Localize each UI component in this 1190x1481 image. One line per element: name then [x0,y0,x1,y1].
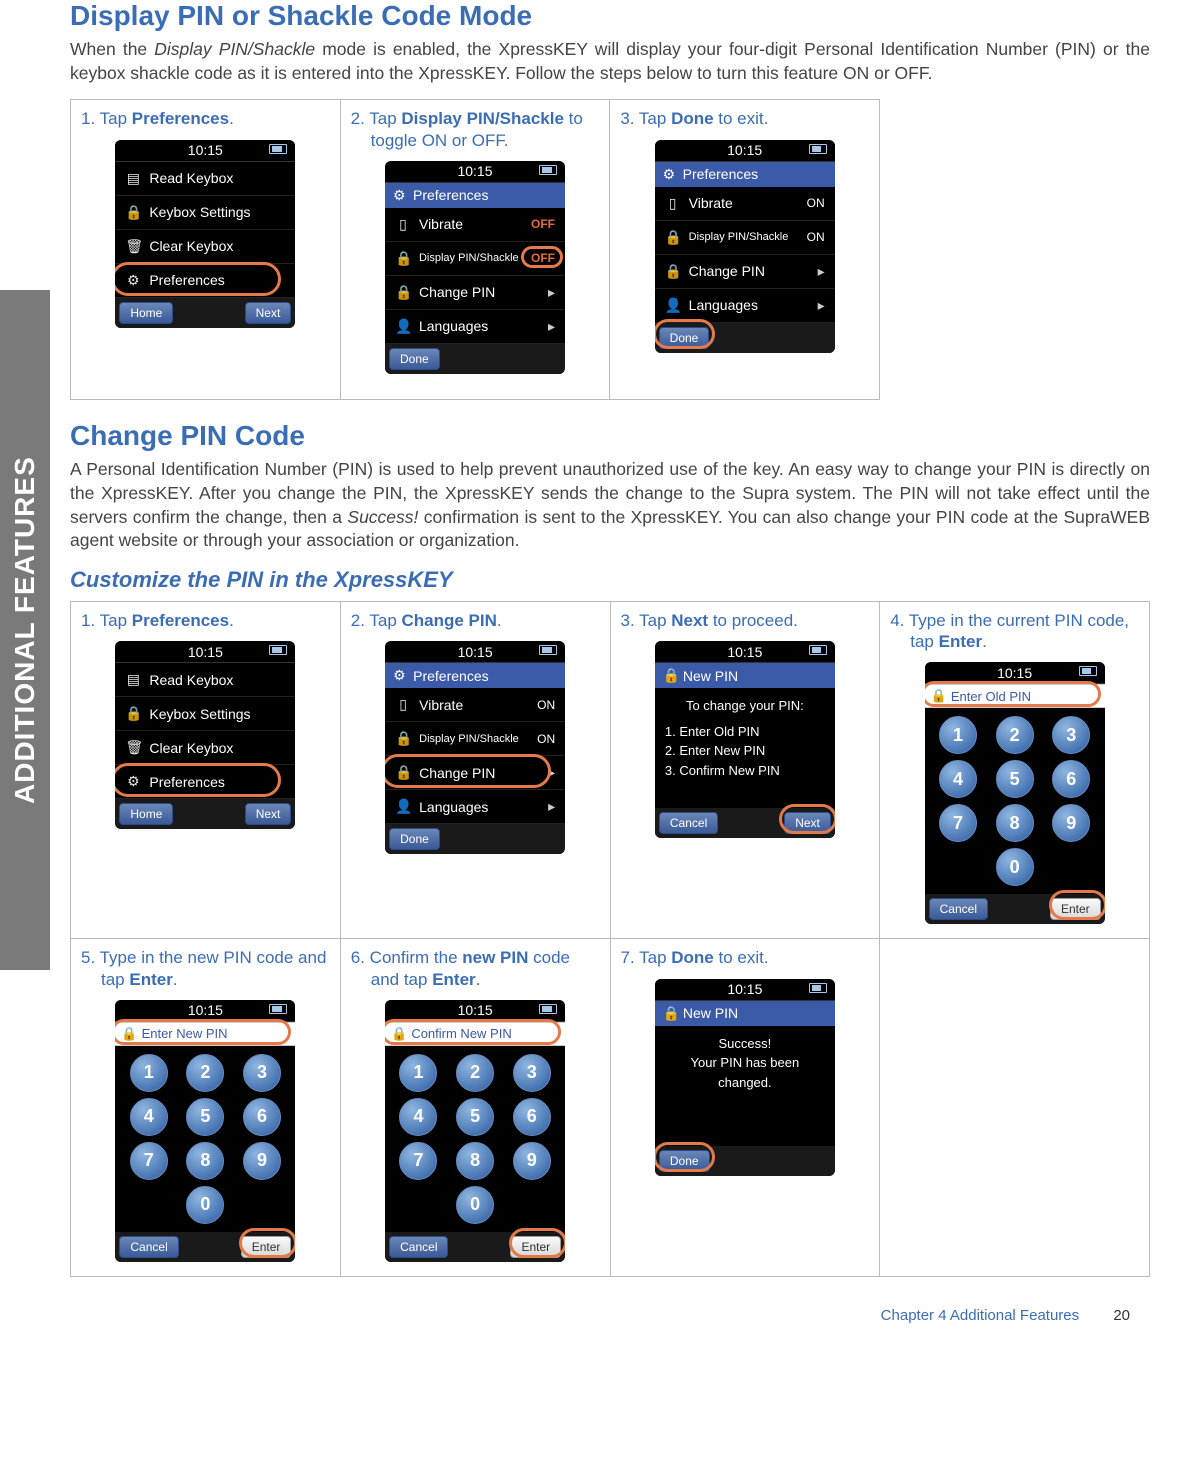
footer-page: 20 [1113,1307,1130,1324]
list-icon: ▤ [125,170,141,187]
phone-main-menu: 10:15 ▤Read Keybox 🔒Keybox Settings 🗑Cle… [115,641,295,829]
key-3[interactable]: 3 [1052,716,1090,754]
key-2[interactable]: 2 [996,716,1034,754]
battery-icon [809,983,827,993]
key-9[interactable]: 9 [1052,804,1090,842]
battery-icon [269,144,287,154]
chevron-right-icon: ▸ [548,284,555,301]
next-button[interactable]: Next [784,812,831,834]
lock-icon: 🔒 [395,250,411,267]
section1-title: Display PIN or Shackle Code Mode [70,0,1150,32]
person-icon: 👤 [395,318,411,335]
cancel-button[interactable]: Cancel [659,812,718,834]
gear-icon: ⚙ [663,166,677,183]
phone-prefs: 10:15 ⚙Preferences ▯VibrateON 🔒Display P… [385,641,565,854]
chevron-right-icon: ▸ [548,318,555,335]
s2-step6: 6. Confirm the new PIN code and tap Ente… [340,939,610,1277]
s2-step4: 4. Type in the current PIN code, tap Ent… [880,601,1150,939]
caption: 2. Tap Display PIN/Shackle to toggle ON … [351,108,600,151]
battery-icon [539,1004,557,1014]
s1-step2: 2. Tap Display PIN/Shackle to toggle ON … [340,100,610,400]
phone-enter-new-pin: 10:15 🔒Enter New PIN 123 456 789 0 Cance… [115,1000,295,1262]
gear-icon: ⚙ [393,187,407,204]
battery-icon [539,165,557,175]
key-4[interactable]: 4 [939,760,977,798]
s2-step2: 2. Tap Change PIN. 10:15 ⚙Preferences ▯V… [340,601,610,939]
key-7[interactable]: 7 [939,804,977,842]
s2-step1: 1. Tap Preferences. 10:15 ▤Read Keybox 🔒… [71,601,341,939]
next-button[interactable]: Next [245,803,292,825]
lock-icon: 🔒 [121,1026,137,1042]
cancel-button[interactable]: Cancel [119,1236,178,1258]
section2-body: A Personal Identification Number (PIN) i… [70,458,1150,553]
battery-icon [269,645,287,655]
key-5[interactable]: 5 [996,760,1034,798]
enter-button[interactable]: Enter [241,1236,292,1258]
key-6[interactable]: 6 [1052,760,1090,798]
footer-chapter: Chapter 4 Additional Features [881,1307,1079,1324]
gear-icon: ⚙ [125,272,141,289]
section2-steps-table: 1. Tap Preferences. 10:15 ▤Read Keybox 🔒… [70,601,1150,1277]
done-button[interactable]: Done [389,828,440,850]
lock-icon: 🔒 [663,667,677,684]
chevron-right-icon: ▸ [818,297,825,314]
battery-icon [809,645,827,655]
caption: 3. Tap Done to exit. [620,108,869,129]
s2-step3: 3. Tap Next to proceed. 10:15 🔒New PIN T… [610,601,880,939]
phone-enter-old-pin: 10:15 🔒Enter Old PIN 1 2 3 4 5 6 7 8 [925,662,1105,924]
s2-step7: 7. Tap Done to exit. 10:15 🔒New PIN Succ… [610,939,880,1277]
done-button[interactable]: Done [659,327,710,349]
battery-icon [539,645,557,655]
phone-prefs-off: 10:15 ⚙Preferences ▯VibrateOFF 🔒Display … [385,161,565,374]
done-button[interactable]: Done [389,348,440,370]
section2-title: Change PIN Code [70,420,1150,452]
lock-icon: 🔒 [665,263,681,280]
enter-button[interactable]: Enter [510,1236,561,1258]
lock-icon: 🔒 [391,1026,407,1042]
lock-icon: 🔒 [931,688,947,704]
lock-icon: 🔒 [125,204,141,221]
key-1[interactable]: 1 [939,716,977,754]
s2-empty [880,939,1150,1277]
home-button[interactable]: Home [119,803,173,825]
battery-icon [269,1004,287,1014]
done-button[interactable]: Done [659,1150,710,1172]
battery-icon [1079,666,1097,676]
s2-step5: 5. Type in the new PIN code and tap Ente… [71,939,341,1277]
chevron-right-icon: ▸ [818,263,825,280]
phone-success: 10:15 🔒New PIN Success! Your PIN has bee… [655,979,835,1176]
key-0[interactable]: 0 [996,848,1034,886]
phone-icon: ▯ [665,195,681,212]
cancel-button[interactable]: Cancel [389,1236,448,1258]
caption: 1. Tap Preferences. [81,108,330,129]
page-footer: Chapter 4 Additional Features 20 [70,1297,1150,1334]
cancel-button[interactable]: Cancel [929,898,988,920]
battery-icon [809,144,827,154]
s1-step1: 1. Tap Preferences. 10:15 ▤Read Keybox 🔒… [71,100,341,400]
phone-newpin-info: 10:15 🔒New PIN To change your PIN: 1. En… [655,641,835,838]
section1-body: When the Display PIN/Shackle mode is ena… [70,38,1150,85]
lock-icon: 🔒 [663,1005,677,1022]
keypad: 1 2 3 4 5 6 7 8 9 0 [925,708,1105,894]
phone-main-menu: 10:15 ▤Read Keybox 🔒Keybox Settings 🗑Cle… [115,140,295,328]
phone-prefs-on: 10:15 ⚙Preferences ▯VibrateON 🔒Display P… [655,140,835,353]
s1-step3: 3. Tap Done to exit. 10:15 ⚙Preferences … [610,100,880,400]
enter-button[interactable]: Enter [1050,898,1101,920]
lock-icon: 🔒 [395,284,411,301]
section1-steps-table: 1. Tap Preferences. 10:15 ▤Read Keybox 🔒… [70,99,880,400]
trash-icon: 🗑 [125,238,141,255]
next-button[interactable]: Next [245,302,292,324]
key-8[interactable]: 8 [996,804,1034,842]
home-button[interactable]: Home [119,302,173,324]
person-icon: 👤 [665,297,681,314]
lock-icon: 🔒 [665,229,681,246]
section2-subtitle: Customize the PIN in the XpressKEY [70,567,1150,593]
phone-icon: ▯ [395,216,411,233]
phone-confirm-new-pin: 10:15 🔒Confirm New PIN 123 456 789 0 Can… [385,1000,565,1262]
